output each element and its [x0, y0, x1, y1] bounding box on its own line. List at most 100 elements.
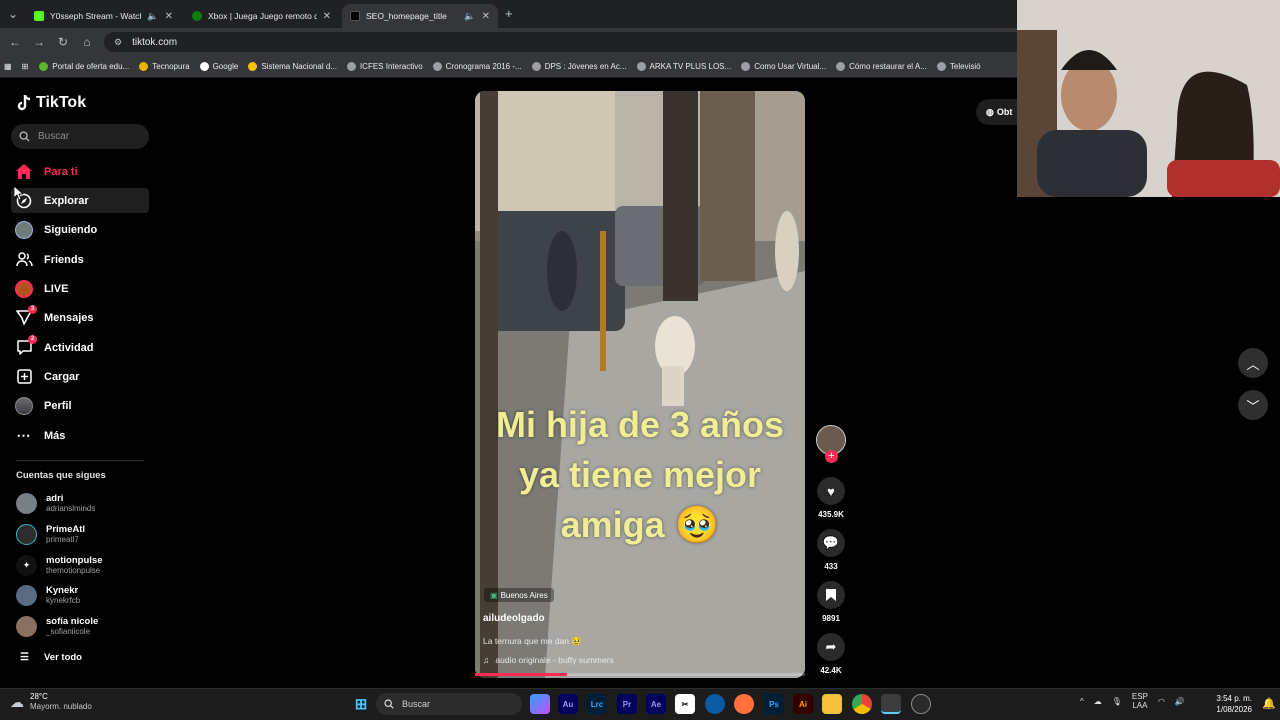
nav-item-explorar[interactable]: Explorar — [11, 188, 149, 213]
comment-button[interactable]: 💬 433 — [813, 529, 849, 571]
chevron-up-icon[interactable]: ^ — [1080, 697, 1084, 706]
nav-item-mas[interactable]: ⋯ Más — [11, 423, 149, 448]
speaker-icon: 🔈 — [464, 10, 476, 21]
home-button[interactable]: ⌂ — [78, 33, 96, 51]
close-tab-icon[interactable]: ✕ — [482, 11, 490, 22]
bookmark-item[interactable]: Cronograma 2016 -... — [428, 62, 527, 71]
nav-label: Perfil — [44, 399, 72, 412]
arrow-left-icon: ← — [9, 35, 21, 49]
account-handle: themotionpulse — [46, 566, 101, 575]
nav-item-siguiendo[interactable]: Siguiendo — [11, 217, 149, 242]
avatar — [16, 616, 37, 637]
bookmark-item[interactable]: Portal de oferta edu... — [34, 62, 134, 71]
address-bar[interactable]: ⚙ tiktok.com — [104, 32, 1024, 52]
previous-video-button[interactable]: ︿ — [1238, 348, 1268, 378]
bookmark-item[interactable]: Google — [195, 62, 244, 71]
followed-account[interactable]: Kynekr kynekrfcb — [16, 585, 80, 606]
follow-plus-icon[interactable]: + — [825, 450, 838, 463]
volume-icon[interactable]: 🔊 — [1175, 697, 1185, 706]
bookmark-item[interactable]: DPS : Jóvenes en Ac... — [527, 62, 632, 71]
globe-icon — [836, 62, 846, 71]
back-button[interactable]: ← — [6, 33, 24, 51]
home-icon — [15, 163, 33, 181]
chrome-active-icon[interactable] — [881, 694, 901, 714]
get-app-button[interactable]: ◍ Obt — [976, 99, 1018, 125]
bookmark-item[interactable]: ICFES Interactivo — [342, 62, 428, 71]
lang-line: ESP — [1131, 692, 1148, 701]
search-input[interactable]: Buscar — [11, 124, 149, 149]
edge-icon[interactable] — [705, 694, 725, 714]
get-app-label: Obt — [996, 107, 1013, 117]
bookmark-label: ARKA TV PLUS LOS... — [649, 62, 732, 71]
grid-icon[interactable]: ⊞ — [16, 62, 35, 71]
clock-time: 3:54 p. m. — [1216, 694, 1252, 703]
photoshop-icon[interactable]: Ps — [764, 694, 784, 714]
see-all-button[interactable]: ☰ Ver todo — [20, 652, 82, 663]
tab-xbox[interactable]: Xbox | Juega Juego remoto de ✕ — [184, 4, 339, 28]
obs-icon[interactable] — [911, 694, 931, 714]
forward-button[interactable]: → — [30, 33, 48, 51]
nav-item-cargar[interactable]: Cargar — [11, 364, 149, 389]
after-effects-icon[interactable]: Ae — [646, 694, 666, 714]
nav-item-actividad[interactable]: 2 Actividad — [11, 334, 149, 360]
bookmark-item[interactable]: Sistema Nacional d... — [243, 62, 342, 71]
taskbar-clock[interactable]: 3:54 p. m. 1/08/2026 — [1206, 693, 1252, 715]
tab-search-button[interactable]: ⌄ — [4, 5, 22, 23]
site-info-icon[interactable]: ⚙ — [114, 37, 122, 48]
globe-icon — [741, 62, 751, 71]
copilot-icon[interactable] — [530, 694, 550, 714]
tab-tiktok[interactable]: SEO_homepage_title 🔈 ✕ — [342, 4, 498, 28]
tiktok-logo[interactable]: TikTok — [16, 94, 86, 112]
followed-account[interactable]: sofía nicole _sofianiicole — [16, 616, 98, 637]
close-tab-icon[interactable]: ✕ — [323, 11, 331, 22]
nav-item-live[interactable]: LIVE — [11, 276, 149, 301]
lightroom-classic-icon[interactable]: Lrc — [587, 694, 607, 714]
chrome-icon[interactable] — [852, 694, 872, 714]
apps-icon[interactable]: ▦ — [0, 62, 16, 71]
reload-button[interactable]: ↻ — [54, 33, 72, 51]
tab-kick[interactable]: Y0sseph Stream - Watch Liv 🔈 ✕ — [26, 4, 181, 28]
account-name: sofía nicole — [46, 616, 99, 627]
followed-account[interactable]: ✦ motionpulse themotionpulse — [16, 555, 102, 576]
followed-account[interactable]: PrimeAtl primeatl7 — [16, 524, 85, 545]
bookmark-item[interactable]: ARKA TV PLUS LOS... — [632, 62, 737, 71]
onedrive-icon[interactable]: ☁ — [1094, 697, 1102, 706]
capcut-icon[interactable]: ✂ — [675, 694, 695, 714]
followed-account[interactable]: adri adrianslminds — [16, 493, 95, 514]
bookmark-item[interactable]: Como Usar Virtual... — [736, 62, 831, 71]
video-author[interactable]: ailudeolgado — [483, 613, 545, 624]
house-icon: ⌂ — [83, 35, 91, 49]
firefox-icon[interactable] — [734, 694, 754, 714]
illustrator-icon[interactable]: Ai — [793, 694, 813, 714]
file-explorer-icon[interactable] — [822, 694, 842, 714]
taskbar-search-label: Buscar — [402, 699, 431, 709]
lang-line: LAA — [1132, 701, 1148, 710]
location-tag[interactable]: ▣ Buenos Aires — [484, 588, 554, 602]
share-button[interactable]: ➦ 42.4K — [813, 633, 849, 675]
bookmark-item[interactable]: Cómo restaurar el A... — [831, 62, 932, 71]
video-progress-bar[interactable] — [475, 673, 805, 676]
account-handle: _sofianiicole — [46, 627, 91, 636]
video-audio[interactable]: ♫ audio originale - buffy summers — [483, 655, 614, 665]
nav-item-para-ti[interactable]: Para ti — [11, 159, 149, 184]
microphone-icon[interactable]: 🎙 — [1112, 697, 1122, 706]
nav-item-mensajes[interactable]: 3 Mensajes — [11, 304, 149, 330]
close-tab-icon[interactable]: ✕ — [165, 11, 173, 22]
next-video-button[interactable]: ﹀ — [1238, 390, 1268, 420]
audition-icon[interactable]: Au — [558, 694, 578, 714]
new-tab-button[interactable]: + — [505, 6, 513, 21]
notification-bell-icon[interactable]: 🔔 — [1262, 697, 1276, 710]
save-button[interactable]: 9891 — [813, 581, 849, 623]
wifi-icon[interactable]: ◠ — [1158, 697, 1165, 706]
windows-start-icon[interactable]: ⊞ — [351, 694, 371, 714]
weather-widget[interactable]: ☁ 28°C Mayorm. nublado — [10, 692, 92, 712]
taskbar-search[interactable]: Buscar — [376, 693, 522, 715]
nav-item-perfil[interactable]: Perfil — [11, 393, 149, 418]
tab-title: Xbox | Juega Juego remoto de — [208, 11, 317, 21]
language-indicator[interactable]: ESP LAA — [1132, 692, 1148, 710]
bookmark-item[interactable]: Televisió — [932, 62, 986, 71]
premiere-icon[interactable]: Pr — [617, 694, 637, 714]
nav-item-friends[interactable]: Friends — [11, 247, 149, 272]
bookmark-item[interactable]: Tecnopura — [134, 62, 194, 71]
like-button[interactable]: ♥ 435.9K — [813, 477, 849, 519]
